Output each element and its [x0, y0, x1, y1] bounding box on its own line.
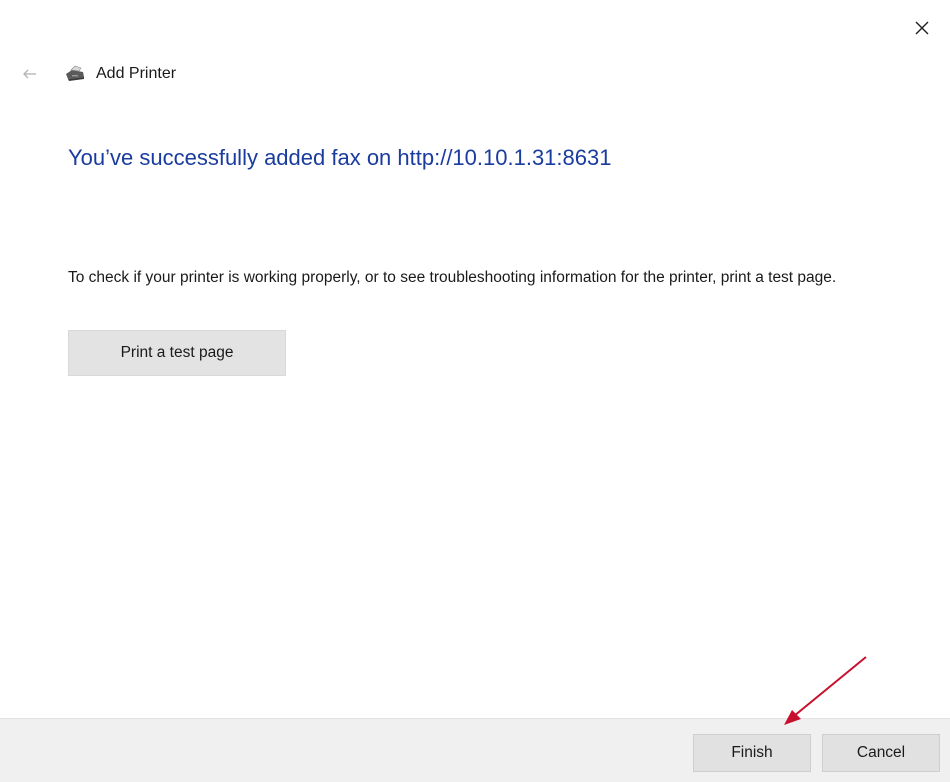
print-test-page-button[interactable]: Print a test page [68, 330, 286, 376]
add-printer-window: Add Printer You’ve successfully added fa… [0, 0, 950, 782]
success-heading: You’ve successfully added fax on http://… [68, 145, 612, 170]
close-icon [915, 21, 929, 35]
close-button[interactable] [908, 14, 936, 42]
title-row: Add Printer [20, 62, 176, 86]
window-title: Add Printer [96, 65, 177, 82]
printer-icon [62, 64, 88, 84]
back-button[interactable] [20, 64, 40, 84]
finish-button[interactable]: Finish [693, 734, 811, 772]
dialog-footer: Finish Cancel [0, 718, 950, 782]
test-page-description: To check if your printer is working prop… [68, 269, 837, 286]
annotation-arrow [784, 656, 867, 725]
back-arrow-icon [23, 69, 36, 79]
cancel-button[interactable]: Cancel [822, 734, 940, 772]
